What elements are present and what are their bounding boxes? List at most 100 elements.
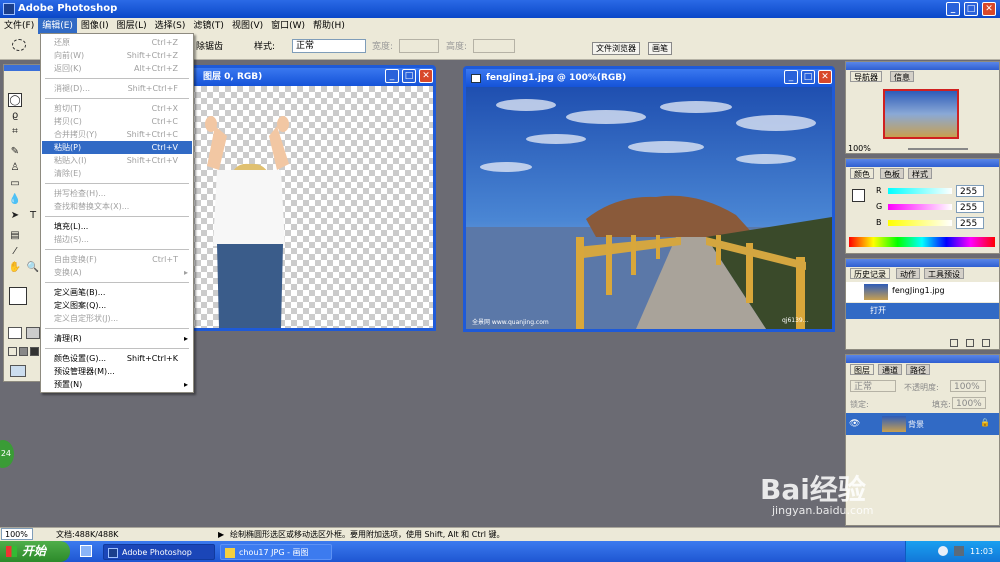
layer-row-background[interactable]: 👁 背景 🔒 (846, 413, 999, 435)
new-document-icon[interactable] (950, 339, 958, 347)
menu-item-step-backward[interactable]: 返回(K) Alt+Ctrl+Z (42, 62, 192, 75)
menu-item-transform[interactable]: 变换(A) ▸ (42, 266, 192, 279)
document-window-2[interactable]: fengJing1.jpg @ 100%(RGB) _ □ ✕ 全景网 www.… (463, 66, 835, 332)
blend-mode-select[interactable]: 正常 (850, 380, 896, 392)
hand-tool-icon[interactable]: ✋ (8, 261, 22, 275)
menu-item-fade[interactable]: 消褪(D)... Shift+Ctrl+F (42, 82, 192, 95)
foreground-color-swatch[interactable] (9, 287, 27, 305)
menu-item-free-transform[interactable]: 自由变换(F) Ctrl+T (42, 253, 192, 266)
taskbar-item-photoshop[interactable]: Adobe Photoshop (103, 544, 215, 560)
menu-item-purge[interactable]: 清理(R) ▸ (42, 332, 192, 345)
navigator-thumbnail[interactable] (883, 89, 959, 139)
menu-item-undo[interactable]: 还原 Ctrl+Z (42, 36, 192, 49)
maximize-button[interactable]: □ (964, 2, 978, 16)
healing-tool-icon[interactable]: ✎ (8, 145, 22, 159)
new-snapshot-icon[interactable] (966, 339, 974, 347)
menu-file[interactable]: 文件(F) (0, 18, 38, 34)
history-step-row[interactable]: 打开 (846, 303, 999, 319)
menu-item-copy-merged[interactable]: 合并拷贝(Y) Shift+Ctrl+C (42, 128, 192, 141)
menu-item-stroke[interactable]: 描边(S)... (42, 233, 192, 246)
menu-item-fill[interactable]: 填充(L)... (42, 220, 192, 233)
menu-item-spell-check[interactable]: 拼写检查(H)... (42, 187, 192, 200)
document-window-1[interactable]: 图层 0, RGB) _ □ ✕ (180, 65, 436, 331)
eye-icon[interactable]: 👁 (849, 419, 860, 429)
screen-mode-3-icon[interactable] (30, 347, 39, 356)
menu-item-define-pattern[interactable]: 定义图案(Q)... (42, 299, 192, 312)
doc2-maximize-button[interactable]: □ (801, 70, 815, 84)
g-slider[interactable] (888, 204, 952, 210)
menu-item-define-brush[interactable]: 定义画笔(B)... (42, 286, 192, 299)
doc2-minimize-button[interactable]: _ (784, 70, 798, 84)
quickmask-mode-icon[interactable] (26, 327, 40, 339)
menu-item-clear[interactable]: 清除(E) (42, 167, 192, 180)
menu-item-preset-manager[interactable]: 预设管理器(M)... (42, 365, 192, 378)
tray-icon[interactable] (954, 546, 964, 556)
crop-tool-icon[interactable]: ⌗ (8, 125, 22, 139)
taskbar-item-paint[interactable]: chou17 JPG - 画图 (220, 544, 332, 560)
quicklaunch-icon[interactable] (80, 545, 92, 557)
doc1-minimize-button[interactable]: _ (385, 69, 399, 83)
tab-info[interactable]: 信息 (890, 71, 914, 82)
stamp-tool-icon[interactable]: ♙ (8, 161, 22, 175)
path-tool-icon[interactable]: ➤ (8, 209, 22, 223)
opacity-field[interactable]: 100% (950, 380, 986, 392)
minimize-button[interactable]: _ (946, 2, 960, 16)
menu-window[interactable]: 窗口(W) (267, 18, 309, 34)
close-button[interactable]: ✕ (982, 2, 996, 16)
style-select[interactable]: 正常 (292, 39, 366, 53)
menu-edit[interactable]: 编辑(E) (38, 18, 77, 34)
tab-swatches[interactable]: 色板 (880, 168, 904, 179)
eyedropper-tool-icon[interactable]: ⁄ (8, 245, 22, 259)
tab-channels[interactable]: 通道 (878, 364, 902, 375)
screen-mode-1-icon[interactable] (8, 347, 17, 356)
tab-paths[interactable]: 路径 (906, 364, 930, 375)
marquee-tool-icon[interactable]: ◯ (8, 93, 22, 107)
eraser-tool-icon[interactable]: ▭ (8, 177, 22, 191)
menu-item-paste-into[interactable]: 粘贴入(I) Shift+Ctrl+V (42, 154, 192, 167)
menu-item-cut[interactable]: 剪切(T) Ctrl+X (42, 102, 192, 115)
text-tool-icon[interactable]: T (26, 209, 40, 223)
menu-view[interactable]: 视图(V) (228, 18, 267, 34)
menu-item-find-replace[interactable]: 查找和替换文本(X)... (42, 200, 192, 213)
ellipse-marquee-icon[interactable] (12, 39, 26, 51)
transparent-canvas[interactable] (183, 86, 433, 328)
fill-field[interactable]: 100% (952, 397, 986, 409)
doc1-close-button[interactable]: ✕ (419, 69, 433, 83)
start-button[interactable]: 开始 (0, 541, 70, 562)
menu-layer[interactable]: 图层(L) (113, 18, 151, 34)
tray-icon[interactable] (938, 546, 948, 556)
menu-item-color-settings[interactable]: 颜色设置(G)... Shift+Ctrl+K (42, 352, 192, 365)
notification-badge[interactable]: 24 (0, 440, 14, 468)
menu-item-copy[interactable]: 拷贝(C) Ctrl+C (42, 115, 192, 128)
trash-icon[interactable] (982, 339, 990, 347)
navigator-zoom-slider[interactable] (908, 148, 968, 150)
tab-tool-presets[interactable]: 工具预设 (924, 268, 964, 279)
menu-item-define-shape[interactable]: 定义自定形状(J)... (42, 312, 192, 325)
lasso-tool-icon[interactable]: ϱ (8, 109, 22, 123)
b-value-field[interactable]: 255 (956, 217, 984, 229)
tab-history[interactable]: 历史记录 (850, 268, 890, 279)
tab-styles[interactable]: 样式 (908, 168, 932, 179)
doc2-close-button[interactable]: ✕ (818, 70, 832, 84)
menu-item-paste[interactable]: 粘贴(P) Ctrl+V (42, 141, 192, 154)
r-value-field[interactable]: 255 (956, 185, 984, 197)
file-browser-tab[interactable]: 文件浏览器 (592, 42, 640, 55)
menu-select[interactable]: 选择(S) (151, 18, 190, 34)
tab-navigator[interactable]: 导航器 (850, 71, 882, 82)
color-ramp[interactable] (849, 237, 995, 247)
tab-color[interactable]: 颜色 (850, 168, 874, 179)
blur-tool-icon[interactable]: 💧 (8, 193, 22, 207)
r-slider[interactable] (888, 188, 952, 194)
imageready-icon[interactable] (10, 365, 26, 377)
standard-mode-icon[interactable] (8, 327, 22, 339)
history-snapshot-row[interactable]: fengJing1.jpg (846, 282, 999, 302)
zoom-tool-icon[interactable]: 🔍 (26, 261, 40, 275)
menu-filter[interactable]: 滤镜(T) (189, 18, 228, 34)
brushes-tab[interactable]: 画笔 (648, 42, 672, 55)
menu-item-step-forward[interactable]: 向前(W) Shift+Ctrl+Z (42, 49, 192, 62)
landscape-canvas[interactable]: 全景网 www.quanjing.com qj6139… (466, 87, 832, 329)
menu-help[interactable]: 帮助(H) (309, 18, 349, 34)
color-fg-swatch[interactable] (852, 189, 865, 202)
menu-item-preferences[interactable]: 预置(N) ▸ (42, 378, 192, 391)
b-slider[interactable] (888, 220, 952, 226)
